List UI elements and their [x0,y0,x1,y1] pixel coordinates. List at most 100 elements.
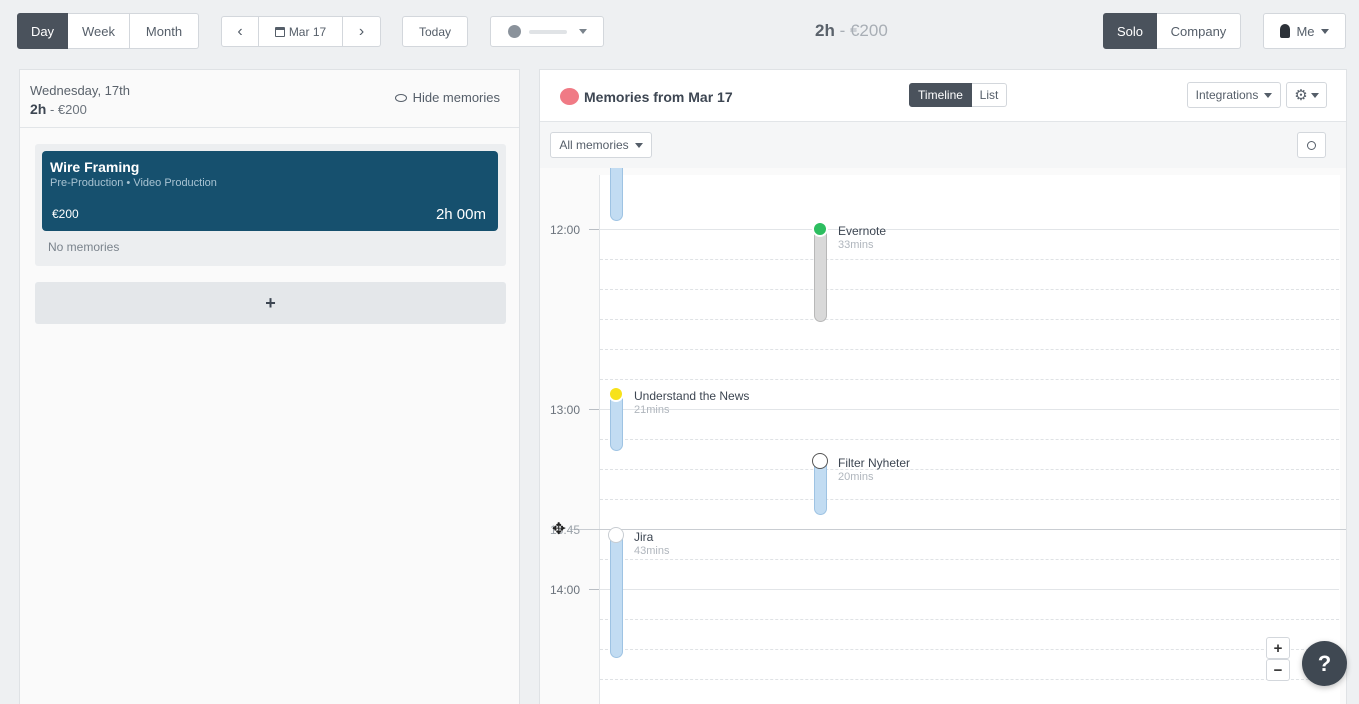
chevron-down-icon [578,29,587,34]
tab-list[interactable]: List [972,83,1007,107]
search-icon [1307,140,1316,150]
gear-icon: ⚙ [1294,87,1308,104]
day-panel: Wednesday, 17th 2h - €200 Hide memories … [19,69,520,704]
grid-line [600,409,1339,410]
help-icon: ? [1317,650,1332,676]
settings-button[interactable]: ⚙ [1286,82,1327,108]
view-week-button[interactable]: Week [68,13,130,49]
user-menu-button[interactable]: Me [1263,13,1346,49]
chevron-down-icon [1310,92,1319,98]
project-placeholder-bar [528,29,567,34]
integrations-label: Integrations [1195,88,1259,102]
move-cursor-icon: ✥ [552,521,566,538]
entry-duration: 2h 00m [435,206,486,223]
no-memories-label: No memories [48,240,120,254]
grid-line [600,439,1339,440]
date-picker-button[interactable]: Mar 17 [259,16,343,47]
hour-tick [589,409,599,410]
hide-memories-button[interactable]: Hide memories [394,90,500,105]
hour-label: 13:00 [550,403,581,417]
filter-label: All memories [559,138,629,152]
grid-line [600,229,1339,230]
integrations-button[interactable]: Integrations [1187,82,1281,108]
memory-title: Understand the News [634,389,750,403]
entry-price: €200 [52,207,79,221]
memory-duration: 33mins [838,239,874,251]
hour-tick [589,589,599,590]
date-navigator: ‹ Mar 17 › [221,16,381,47]
entry-card-wrapper: Wire Framing Pre-Production • Video Prod… [35,144,506,266]
time-entry-card[interactable]: Wire Framing Pre-Production • Video Prod… [42,151,498,231]
add-entry-button[interactable]: + [35,282,506,324]
memory-title: Evernote [838,224,887,238]
filter-bar: All memories [540,122,1346,169]
today-button[interactable]: Today [402,16,468,47]
jira-icon [608,527,624,543]
grid-line [600,469,1339,470]
next-day-button[interactable]: › [343,16,381,47]
help-button[interactable]: ? [1302,641,1347,686]
hour-label: 12:00 [550,223,581,237]
entry-subtitle: Pre-Production • Video Production [50,177,217,189]
memory-duration: 43mins [634,545,670,557]
grid-line [600,289,1339,290]
hour-label: 14:00 [550,583,581,597]
memory-bar-previous[interactable] [610,168,623,221]
plus-icon: + [265,292,276,313]
memories-header: Memories from Mar 17 Timeline List Integ… [540,70,1346,122]
grid-line [600,679,1339,680]
evernote-icon [812,221,828,237]
chevron-left-icon: ‹ [237,22,243,40]
chevron-down-icon [1264,92,1273,98]
news-icon [608,386,624,402]
grid-line [600,349,1339,350]
day-summary: 2h - €200 [815,21,888,41]
day-money: €200 [57,102,87,117]
day-label: Wednesday, 17th [30,83,130,98]
grid-line [600,649,1339,650]
entry-title: Wire Framing [50,159,140,175]
project-selector[interactable] [490,16,604,47]
memory-bar-jira[interactable] [610,530,623,658]
chevron-down-icon [634,142,643,148]
view-switcher: Day Week Month [17,13,199,49]
memories-title: Memories from Mar 17 [584,89,733,105]
mode-switcher: Solo Company [1103,13,1241,49]
current-time-line [570,529,1346,530]
summary-money: €200 [849,21,888,40]
memories-view-tabs: Timeline List [909,83,1007,107]
day-header: Wednesday, 17th 2h - €200 Hide memories [20,70,519,128]
search-button[interactable] [1297,132,1326,158]
zoom-in-button[interactable]: + [1266,637,1290,659]
memory-duration: 21mins [634,404,670,416]
mode-solo-button[interactable]: Solo [1103,13,1157,49]
day-hours: 2h [30,101,47,117]
memory-bar-evernote[interactable] [814,224,827,322]
zoom-out-button[interactable]: − [1266,659,1290,681]
chevron-down-icon [1320,28,1329,34]
summary-hours: 2h [815,21,835,40]
summary-separator: - [834,21,850,40]
eye-off-icon [394,93,407,102]
chevron-right-icon: › [358,22,365,40]
calendar-icon [274,26,285,37]
hour-tick [589,229,599,230]
grid-line [600,619,1339,620]
grid-line [600,559,1339,560]
tab-timeline[interactable]: Timeline [909,83,972,107]
memory-duration: 20mins [838,471,874,483]
memory-title: Jira [634,530,654,544]
date-label: Mar 17 [288,24,327,39]
mode-company-button[interactable]: Company [1157,13,1241,49]
day-separator: - [46,102,58,117]
grid-line [600,589,1339,590]
grid-line [600,499,1339,500]
prev-day-button[interactable]: ‹ [221,16,259,47]
brain-icon [560,88,579,105]
memory-filter-dropdown[interactable]: All memories [550,132,652,158]
view-month-button[interactable]: Month [130,13,199,49]
grid-line [600,259,1339,260]
user-menu-label: Me [1296,23,1315,39]
brain-icon [507,25,521,38]
view-day-button[interactable]: Day [17,13,68,49]
